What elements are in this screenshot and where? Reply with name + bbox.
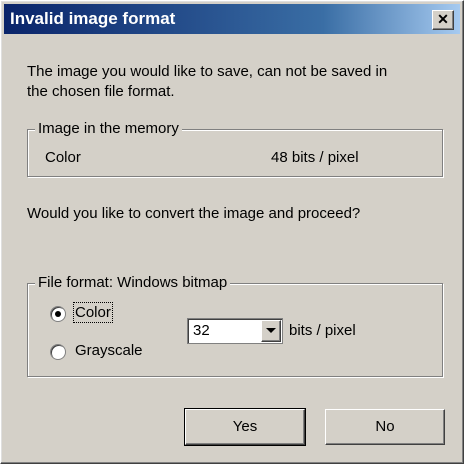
radio-grayscale[interactable] — [50, 344, 66, 360]
radio-grayscale-label[interactable]: Grayscale — [75, 342, 143, 359]
radio-selected-dot — [55, 311, 61, 317]
message-line-1: The image you would like to save, can no… — [27, 63, 388, 80]
radio-color-label[interactable]: Color — [73, 302, 113, 323]
memory-group-legend: Image in the memory — [35, 120, 182, 137]
dialog-window: Invalid image format ✕ The image you wou… — [0, 0, 464, 464]
radio-color[interactable] — [50, 306, 66, 322]
title-bar[interactable]: Invalid image format ✕ — [4, 4, 460, 34]
message-line-2: the chosen file format. — [27, 83, 175, 100]
memory-image-type: Color — [45, 149, 81, 166]
bits-per-pixel-select[interactable]: 32 — [187, 318, 283, 344]
format-group-legend: File format: Windows bitmap — [35, 274, 231, 291]
no-button[interactable]: No — [325, 409, 445, 445]
dialog-title: Invalid image format — [10, 9, 176, 28]
convert-question: Would you like to convert the image and … — [27, 205, 361, 222]
close-button[interactable]: ✕ — [432, 10, 454, 30]
dropdown-button[interactable] — [261, 320, 281, 342]
chevron-down-icon — [266, 328, 276, 333]
close-icon: ✕ — [437, 11, 449, 27]
bits-per-pixel-label: bits / pixel — [289, 322, 356, 339]
memory-bit-depth: 48 bits / pixel — [271, 149, 359, 166]
bits-per-pixel-value: 32 — [193, 322, 210, 339]
yes-button[interactable]: Yes — [184, 408, 306, 446]
